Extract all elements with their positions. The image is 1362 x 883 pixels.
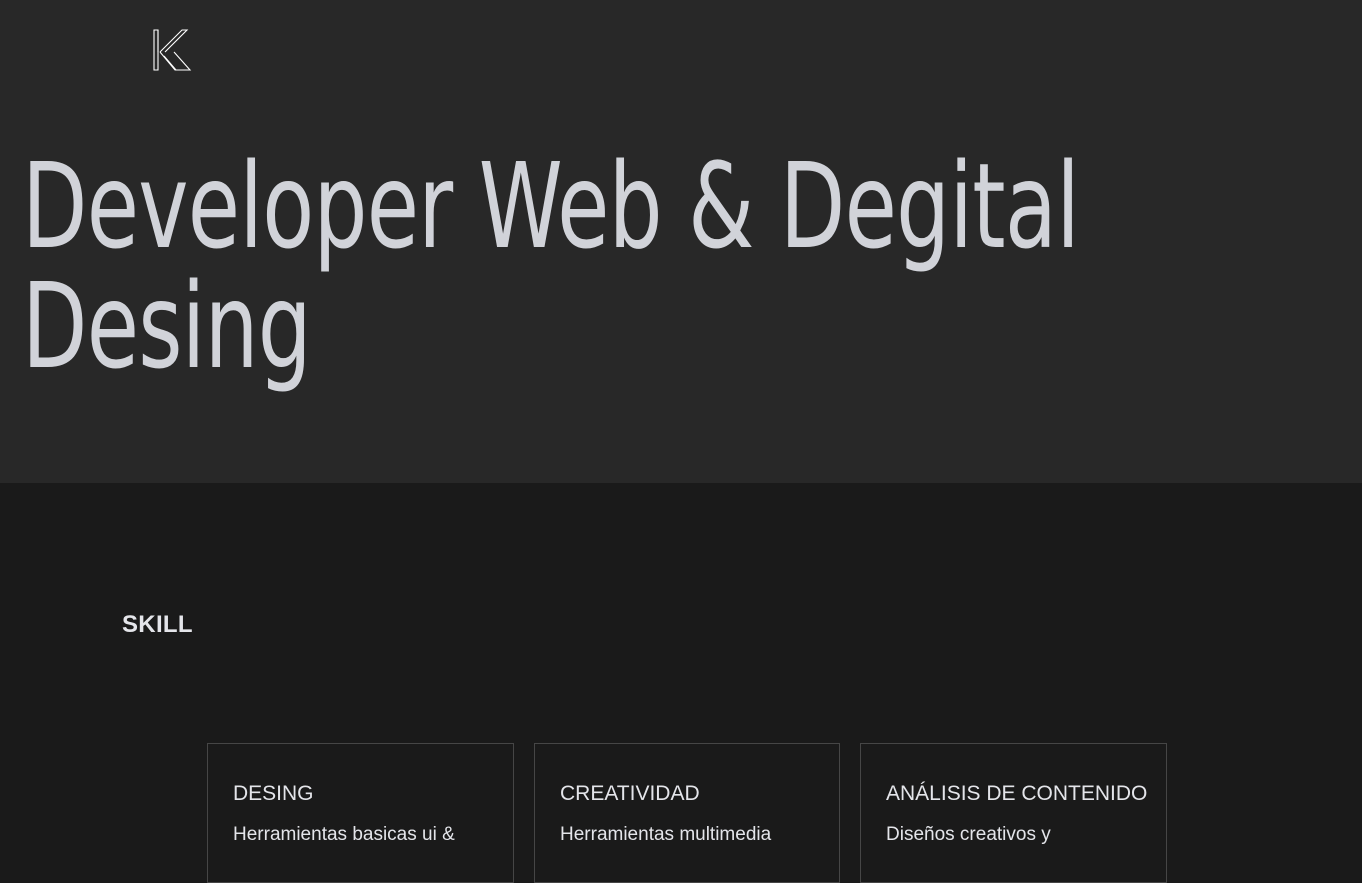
skill-card-text: Herramientas basicas ui &: [233, 824, 455, 845]
skill-card-title: ANÁLISIS DE CONTENIDO: [886, 782, 1148, 805]
skill-card-analisis: ANÁLISIS DE CONTENIDO Diseños creativos …: [860, 743, 1167, 883]
skills-heading: SKILL: [122, 611, 193, 638]
hero-title-line-2: Desing: [22, 257, 312, 395]
k-logo-icon[interactable]: [150, 28, 192, 72]
hero-title: Developer Web & Degital Desing: [22, 146, 1174, 386]
hero-title-line-1: Developer Web & Degital: [22, 137, 1080, 275]
skill-card-title: CREATIVIDAD: [560, 782, 700, 805]
skill-card-text: Herramientas multimedia: [560, 824, 772, 845]
hero-section: Developer Web & Degital Desing: [0, 0, 1362, 483]
skill-card-title: DESING: [233, 782, 314, 805]
skill-card-creatividad: CREATIVIDAD Herramientas multimedia: [534, 743, 840, 883]
skills-section: SKILL DESING Herramientas basicas ui & C…: [0, 483, 1362, 883]
k-monogram-svg: [153, 29, 192, 71]
skill-card-text: Diseños creativos y: [886, 824, 1051, 845]
skill-card-desing: DESING Herramientas basicas ui &: [207, 743, 514, 883]
